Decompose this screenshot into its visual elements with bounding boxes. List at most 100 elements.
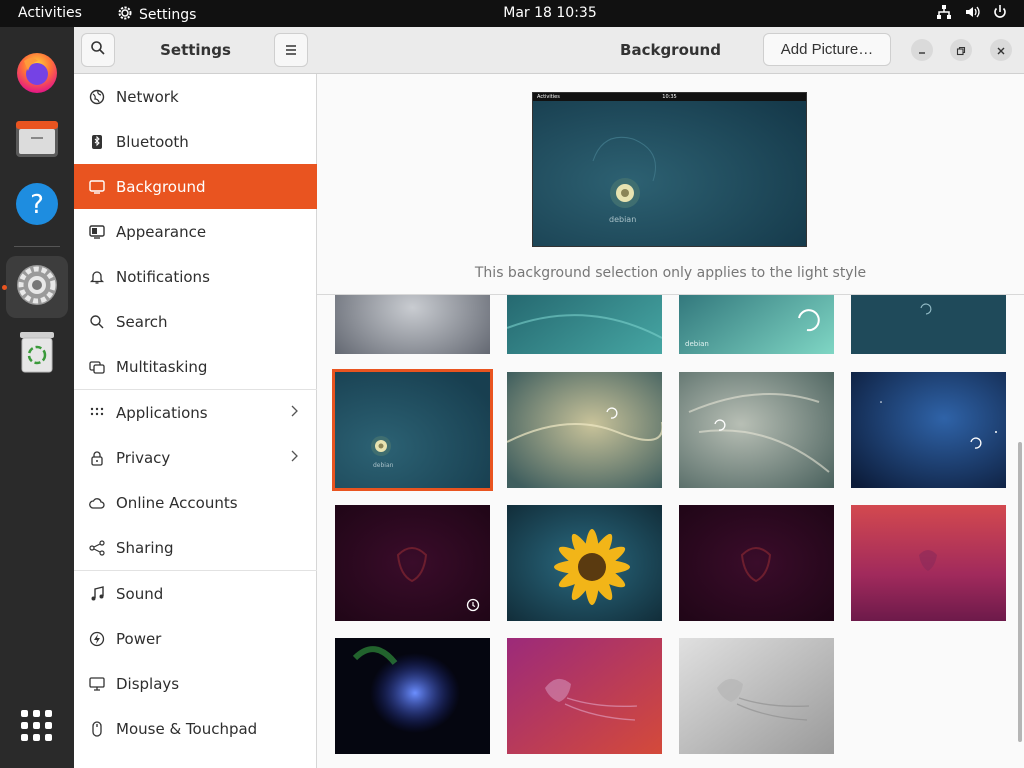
sidebar-item-network[interactable]: Network bbox=[74, 74, 317, 119]
chevron-right-icon bbox=[289, 448, 299, 468]
wallpaper-thumb[interactable] bbox=[335, 638, 490, 754]
wallpaper-thumb[interactable] bbox=[507, 505, 662, 621]
wallpaper-thumb[interactable] bbox=[507, 295, 662, 354]
sidebar-item-label: Sound bbox=[116, 584, 164, 603]
mouse-icon bbox=[88, 720, 106, 738]
wallpaper-debian-label: debian bbox=[685, 340, 709, 348]
sidebar: Settings Network Bluetooth Background Ap… bbox=[74, 27, 317, 768]
sidebar-item-label: Bluetooth bbox=[116, 132, 189, 151]
music-note-icon bbox=[88, 585, 106, 603]
timed-wallpaper-icon bbox=[466, 597, 480, 616]
sidebar-item-label: Privacy bbox=[116, 448, 171, 467]
sidebar-item-applications[interactable]: Applications bbox=[74, 390, 317, 435]
svg-text:?: ? bbox=[30, 190, 44, 220]
sidebar-item-label: Sharing bbox=[116, 538, 174, 557]
multitasking-icon bbox=[88, 358, 106, 376]
preview-top-bar: Activities 10:35 bbox=[533, 93, 806, 101]
minimize-button[interactable] bbox=[911, 39, 933, 61]
network-wired-icon bbox=[936, 4, 952, 24]
sidebar-item-label: Online Accounts bbox=[116, 493, 238, 512]
add-picture-button[interactable]: Add Picture… bbox=[763, 33, 891, 66]
files-icon bbox=[14, 115, 60, 165]
wallpaper-thumb[interactable]: debian bbox=[679, 295, 834, 354]
power-icon bbox=[88, 630, 106, 648]
preview-debian-label: debian bbox=[609, 215, 637, 224]
wallpaper-thumb[interactable] bbox=[679, 372, 834, 488]
main-menu-button[interactable] bbox=[274, 33, 308, 67]
bell-icon bbox=[88, 268, 106, 286]
volume-icon bbox=[964, 4, 980, 24]
preview-area: Activities 10:35 debian This background … bbox=[317, 74, 1024, 295]
wallpaper-thumb[interactable] bbox=[679, 505, 834, 621]
wallpaper-thumb[interactable] bbox=[851, 295, 1006, 354]
sidebar-item-privacy[interactable]: Privacy bbox=[74, 435, 317, 480]
settings-icon bbox=[14, 262, 60, 312]
show-apps-button[interactable] bbox=[6, 697, 68, 759]
dock-separator bbox=[14, 246, 60, 247]
sidebar-item-label: Network bbox=[116, 87, 179, 106]
sidebar-item-appearance[interactable]: Appearance bbox=[74, 209, 317, 254]
clock[interactable]: Mar 18 10:35 bbox=[0, 5, 1024, 21]
help-dock-item[interactable]: ? bbox=[6, 175, 68, 237]
sidebar-item-label: Displays bbox=[116, 674, 180, 693]
sidebar-item-online-accounts[interactable]: Online Accounts bbox=[74, 480, 317, 525]
scrollbar[interactable] bbox=[1018, 442, 1022, 742]
sidebar-item-sharing[interactable]: Sharing bbox=[74, 525, 317, 570]
running-indicator bbox=[2, 285, 7, 290]
sidebar-item-bluetooth[interactable]: Bluetooth bbox=[74, 119, 317, 164]
wallpaper-thumb-selected[interactable]: debian bbox=[332, 369, 493, 491]
trash-icon bbox=[17, 328, 57, 378]
sidebar-item-background[interactable]: Background bbox=[74, 164, 317, 209]
sidebar-item-sound[interactable]: Sound bbox=[74, 571, 317, 616]
wallpaper-thumb[interactable] bbox=[679, 638, 834, 754]
power-menu-icon bbox=[992, 4, 1008, 24]
chevron-right-icon bbox=[289, 403, 299, 423]
sidebar-item-label: Mouse & Touchpad bbox=[116, 719, 258, 738]
sidebar-item-notifications[interactable]: Notifications bbox=[74, 254, 317, 299]
sidebar-item-label: Power bbox=[116, 629, 162, 648]
background-icon bbox=[88, 178, 106, 196]
appearance-icon bbox=[88, 223, 106, 241]
sidebar-item-displays[interactable]: Displays bbox=[74, 661, 317, 706]
wallpaper-thumb[interactable] bbox=[851, 505, 1006, 621]
apps-icon bbox=[88, 404, 106, 422]
wallpaper-thumb[interactable] bbox=[507, 372, 662, 488]
trash-dock-item[interactable] bbox=[6, 322, 68, 384]
wallpaper-thumb[interactable] bbox=[335, 295, 490, 354]
sidebar-item-power[interactable]: Power bbox=[74, 616, 317, 661]
firefox-icon bbox=[14, 49, 60, 99]
display-icon bbox=[88, 675, 106, 693]
files-dock-item[interactable] bbox=[6, 109, 68, 171]
wallpaper-preview: Activities 10:35 debian bbox=[532, 92, 807, 247]
search-icon bbox=[88, 313, 106, 331]
close-button[interactable] bbox=[990, 39, 1012, 61]
sidebar-item-label: Appearance bbox=[116, 222, 207, 241]
bluetooth-icon bbox=[88, 133, 106, 151]
sidebar-item-search[interactable]: Search bbox=[74, 299, 317, 344]
firefox-dock-item[interactable] bbox=[6, 43, 68, 105]
settings-window: Settings Network Bluetooth Background Ap… bbox=[74, 27, 1024, 768]
close-icon bbox=[996, 41, 1006, 60]
network-icon bbox=[88, 88, 106, 106]
maximize-button[interactable] bbox=[950, 39, 972, 61]
lock-icon bbox=[88, 449, 106, 467]
system-tray[interactable] bbox=[936, 4, 1008, 24]
background-panel: Background Add Picture… Activities 10:35 bbox=[317, 27, 1024, 768]
cloud-icon bbox=[88, 494, 106, 512]
wallpaper-thumb[interactable] bbox=[335, 505, 490, 621]
top-bar: Activities Settings Mar 18 10:35 bbox=[0, 0, 1024, 27]
sidebar-item-label: Multitasking bbox=[116, 357, 208, 376]
wallpaper-debian-label: debian bbox=[373, 462, 394, 469]
minimize-icon bbox=[917, 41, 927, 60]
wallpaper-thumb[interactable] bbox=[507, 638, 662, 754]
sidebar-item-label: Search bbox=[116, 312, 168, 331]
sidebar-item-multitasking[interactable]: Multitasking bbox=[74, 344, 317, 389]
settings-dock-item[interactable] bbox=[6, 256, 68, 318]
sidebar-header: Settings bbox=[74, 27, 317, 74]
sidebar-item-mouse-touchpad[interactable]: Mouse & Touchpad bbox=[74, 706, 317, 751]
show-apps-icon bbox=[20, 709, 54, 747]
wallpaper-thumb[interactable] bbox=[851, 372, 1006, 488]
share-icon bbox=[88, 539, 106, 557]
sidebar-item-label: Applications bbox=[116, 403, 208, 422]
hamburger-menu-icon bbox=[284, 41, 298, 60]
